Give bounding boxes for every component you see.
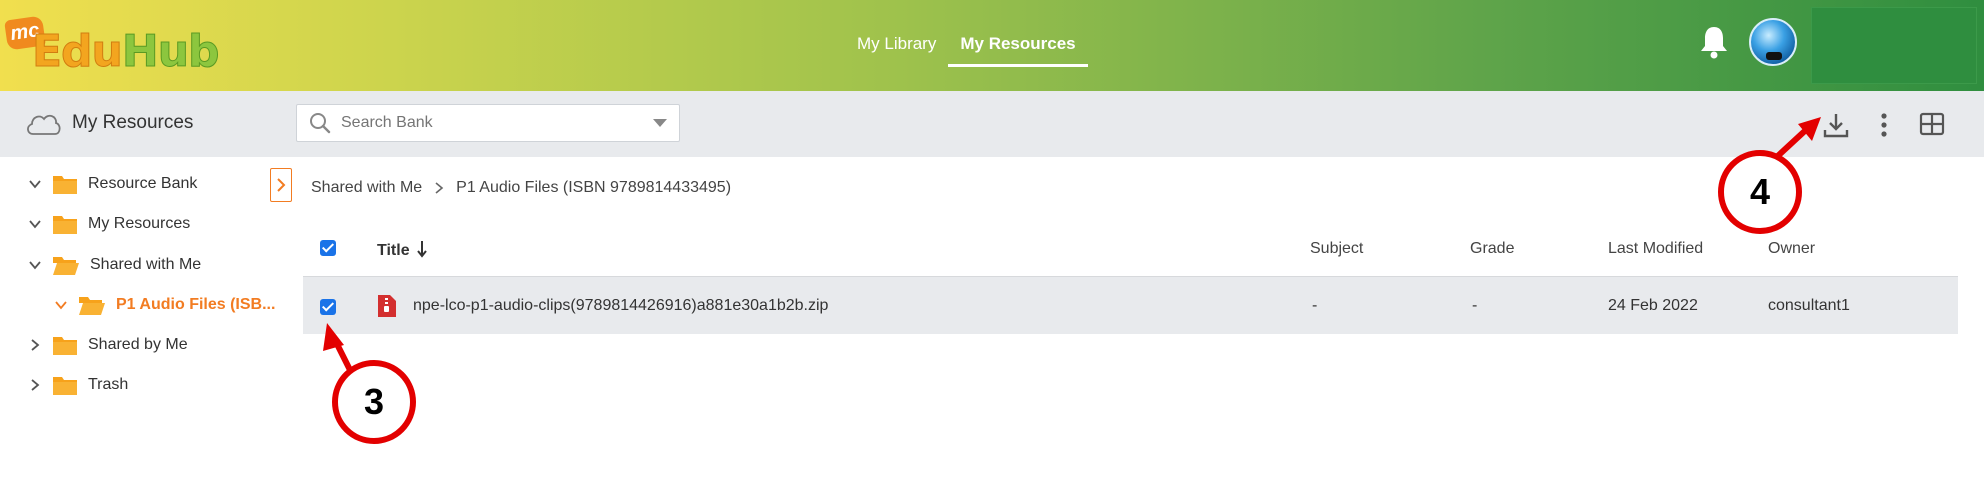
file-title[interactable]: npe-lco-p1-audio-clips(9789814426916)a88… xyxy=(413,297,828,315)
sidebar-item-my-resources[interactable]: My Resources xyxy=(28,210,190,238)
app-header: mc EduHub My Library My Resources xyxy=(0,0,1984,91)
sidebar-item-label: Resource Bank xyxy=(88,175,198,192)
row-checkbox[interactable] xyxy=(320,299,336,315)
column-title[interactable]: Title xyxy=(377,240,428,260)
folder-open-icon xyxy=(53,257,79,275)
sidebar-item-label: Shared with Me xyxy=(90,256,202,273)
sidebar-item-label: My Resources xyxy=(88,215,191,232)
section-title: My Resources xyxy=(24,109,193,137)
breadcrumb-item[interactable]: Shared with Me xyxy=(311,179,422,197)
chevron-down-icon[interactable] xyxy=(28,217,42,231)
chevron-right-icon xyxy=(277,178,286,192)
sidebar-item-p1-audio-files[interactable]: P1 Audio Files (ISB... xyxy=(54,291,275,319)
folder-open-icon xyxy=(79,297,105,315)
sidebar-item-shared-by-me[interactable]: Shared by Me xyxy=(28,331,188,359)
tab-my-resources[interactable]: My Resources xyxy=(948,28,1088,67)
breadcrumb-item-current: P1 Audio Files (ISBN 9789814433495) xyxy=(456,179,732,196)
search-box[interactable] xyxy=(296,104,680,142)
bell-icon[interactable] xyxy=(1698,24,1730,60)
section-title-text: My Resources xyxy=(72,112,194,133)
step-4-callout: 4 xyxy=(1718,150,1802,234)
tab-my-library[interactable]: My Library xyxy=(845,28,948,67)
select-all-checkbox[interactable] xyxy=(320,240,336,256)
grid-view-icon[interactable] xyxy=(1919,111,1945,137)
table-header: Title Subject Grade Last Modified Owner xyxy=(303,228,1958,276)
logo-edu-text: Edu xyxy=(32,26,124,78)
sidebar-toggle-button[interactable] xyxy=(270,168,292,202)
sidebar-item-label: P1 Audio Files (ISB... xyxy=(116,296,276,313)
column-grade[interactable]: Grade xyxy=(1470,240,1514,258)
chevron-right-icon[interactable] xyxy=(28,338,42,352)
column-owner[interactable]: Owner xyxy=(1768,240,1815,258)
sidebar-item-label: Trash xyxy=(88,376,129,393)
avatar[interactable] xyxy=(1749,18,1797,66)
folder-icon xyxy=(53,176,77,194)
file-last-modified: 24 Feb 2022 xyxy=(1608,297,1698,314)
logo-wordmark: EduHub xyxy=(32,26,221,78)
step-3-callout: 3 xyxy=(332,360,416,444)
zip-file-icon xyxy=(378,295,396,317)
table-row[interactable]: npe-lco-p1-audio-clips(9789814426916)a88… xyxy=(303,276,1958,334)
download-icon[interactable] xyxy=(1822,111,1850,139)
sidebar-item-label: Shared by Me xyxy=(88,336,188,353)
chevron-down-icon[interactable] xyxy=(653,119,667,127)
column-subject[interactable]: Subject xyxy=(1310,240,1363,258)
bowtie-icon xyxy=(1766,52,1782,60)
cloud-icon xyxy=(27,114,61,135)
file-subject: - xyxy=(1312,297,1318,314)
file-owner: consultant1 xyxy=(1768,297,1850,314)
folder-icon xyxy=(53,377,77,395)
folder-icon xyxy=(53,337,77,355)
chevron-right-icon[interactable] xyxy=(28,378,42,392)
chevron-down-icon[interactable] xyxy=(28,258,42,272)
breadcrumb: Shared with Me P1 Audio Files (ISBN 9789… xyxy=(311,179,731,197)
sidebar-item-shared-with-me[interactable]: Shared with Me xyxy=(28,251,201,279)
top-nav: My Library My Resources xyxy=(845,28,1088,67)
logo-hub-text: Hub xyxy=(121,26,220,78)
user-menu[interactable] xyxy=(1811,7,1977,84)
file-grade: - xyxy=(1472,297,1478,314)
sidebar-item-trash[interactable]: Trash xyxy=(28,371,128,399)
toolbar: My Resources xyxy=(0,91,1984,157)
sort-down-arrow-icon[interactable] xyxy=(416,240,428,258)
chevron-down-icon[interactable] xyxy=(28,177,42,191)
folder-icon xyxy=(53,216,77,234)
column-title-label: Title xyxy=(377,242,410,259)
more-vertical-icon[interactable] xyxy=(1874,111,1894,139)
column-last-modified[interactable]: Last Modified xyxy=(1608,240,1703,258)
sidebar-item-resource-bank[interactable]: Resource Bank xyxy=(28,170,197,198)
eduhub-logo[interactable]: mc EduHub xyxy=(4,14,220,78)
search-icon xyxy=(310,113,331,134)
search-input[interactable] xyxy=(341,114,641,132)
chevron-down-icon[interactable] xyxy=(54,298,68,312)
chevron-right-icon xyxy=(435,182,444,194)
